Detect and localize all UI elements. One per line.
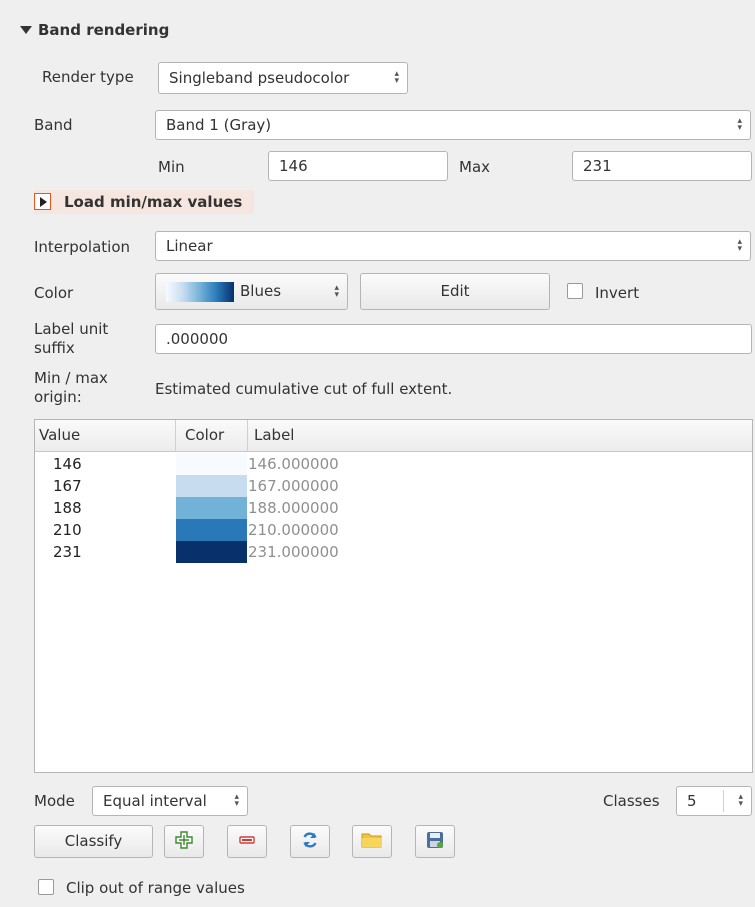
table-row[interactable]: 210 210.000000 — [35, 519, 752, 541]
row-label: 231.000000 — [248, 543, 339, 561]
load-file-button[interactable] — [352, 825, 392, 858]
row-value: 167 — [53, 477, 82, 495]
refresh-button[interactable] — [290, 825, 330, 858]
save-file-button[interactable] — [415, 825, 455, 858]
row-label: 210.000000 — [248, 521, 339, 539]
classes-spinbox[interactable]: 5 ▴ ▾ — [676, 786, 752, 816]
max-value: 231 — [583, 157, 612, 175]
add-class-button[interactable] — [164, 825, 204, 858]
save-file-icon — [425, 830, 445, 854]
row-label: 146.000000 — [248, 455, 339, 473]
row-color-swatch[interactable] — [176, 541, 247, 563]
refresh-icon — [300, 830, 320, 854]
color-ramp-select[interactable]: Blues ▴ ▾ — [155, 273, 348, 310]
render-type-value: Singleband pseudocolor — [169, 69, 350, 87]
mode-select[interactable]: Equal interval ▴ ▾ — [92, 786, 248, 816]
classify-label: Classify — [64, 832, 123, 850]
column-header-color[interactable]: Color — [176, 420, 248, 451]
color-ramp-name: Blues — [240, 282, 282, 300]
render-type-select[interactable]: Singleband pseudocolor ▴ ▾ — [158, 62, 408, 94]
load-file-icon — [361, 831, 383, 853]
spin-arrows-icon: ▴ ▾ — [737, 116, 742, 133]
label-unit-suffix-value: .000000 — [166, 330, 229, 348]
min-value: 146 — [279, 157, 308, 175]
classes-value: 5 — [687, 792, 697, 810]
band-value: Band 1 (Gray) — [166, 116, 272, 134]
row-color-swatch[interactable] — [176, 519, 247, 541]
table-row[interactable]: 188 188.000000 — [35, 497, 752, 519]
remove-class-icon — [238, 831, 256, 853]
load-minmax-label: Load min/max values — [64, 193, 243, 211]
interpolation-label: Interpolation — [34, 238, 130, 256]
clip-label: Clip out of range values — [66, 879, 245, 897]
row-label: 167.000000 — [248, 477, 339, 495]
clip-checkbox[interactable] — [38, 879, 54, 895]
remove-class-button[interactable] — [227, 825, 267, 858]
classify-button[interactable]: Classify — [34, 825, 153, 858]
band-select[interactable]: Band 1 (Gray) ▴ ▾ — [155, 110, 751, 140]
color-ramp-preview — [166, 282, 234, 302]
interpolation-select[interactable]: Linear ▴ ▾ — [155, 231, 751, 261]
column-header-label[interactable]: Label — [248, 420, 294, 451]
max-input[interactable]: 231 — [572, 151, 752, 181]
mode-value: Equal interval — [103, 792, 207, 810]
collapse-triangle-icon — [20, 26, 32, 34]
table-row[interactable]: 231 231.000000 — [35, 541, 752, 563]
row-color-swatch[interactable] — [176, 453, 247, 475]
min-label: Min — [158, 158, 185, 176]
column-header-value[interactable]: Value — [35, 420, 176, 451]
row-color-swatch[interactable] — [176, 497, 247, 519]
mode-label: Mode — [34, 792, 75, 810]
table-header: Value Color Label — [35, 420, 752, 452]
row-label: 188.000000 — [248, 499, 339, 517]
spin-arrows-icon: ▴ ▾ — [394, 69, 399, 86]
max-label: Max — [459, 158, 491, 176]
spin-arrows-icon: ▴ ▾ — [738, 792, 743, 809]
row-color-swatch[interactable] — [176, 475, 247, 497]
edit-ramp-label: Edit — [440, 282, 470, 300]
row-value: 188 — [53, 499, 82, 517]
edit-ramp-button[interactable]: Edit — [360, 273, 550, 310]
minmax-origin-value: Estimated cumulative cut of full extent. — [155, 380, 453, 398]
load-minmax-toggle[interactable]: Load min/max values — [34, 190, 254, 214]
interpolation-value: Linear — [166, 237, 213, 255]
invert-checkbox[interactable] — [567, 283, 583, 299]
add-class-icon — [175, 830, 193, 853]
minmax-origin-label-line1: Min / max — [34, 369, 108, 387]
render-type-label: Render type — [42, 68, 134, 86]
section-title: Band rendering — [38, 21, 170, 39]
row-value: 210 — [53, 521, 82, 539]
color-map-table[interactable]: Value Color Label 146 146.000000 167 167… — [34, 419, 753, 773]
label-unit-suffix-input[interactable]: .000000 — [155, 324, 752, 354]
label-unit-suffix-label-line1: Label unit — [34, 320, 109, 338]
table-row[interactable]: 146 146.000000 — [35, 453, 752, 475]
invert-label: Invert — [595, 284, 640, 302]
spin-arrows-icon: ▴ ▾ — [737, 237, 742, 254]
classes-label: Classes — [603, 792, 660, 810]
row-value: 146 — [53, 455, 82, 473]
label-unit-suffix-label-line2: suffix — [34, 339, 75, 357]
band-label: Band — [34, 116, 73, 134]
expand-triangle-icon — [34, 193, 51, 210]
min-input[interactable]: 146 — [268, 151, 448, 181]
row-value: 231 — [53, 543, 82, 561]
spin-arrows-icon: ▴ ▾ — [234, 792, 239, 809]
minmax-origin-label-line2: origin: — [34, 388, 82, 406]
color-label: Color — [34, 284, 74, 302]
table-row[interactable]: 167 167.000000 — [35, 475, 752, 497]
spin-arrows-icon: ▴ ▾ — [334, 282, 339, 300]
